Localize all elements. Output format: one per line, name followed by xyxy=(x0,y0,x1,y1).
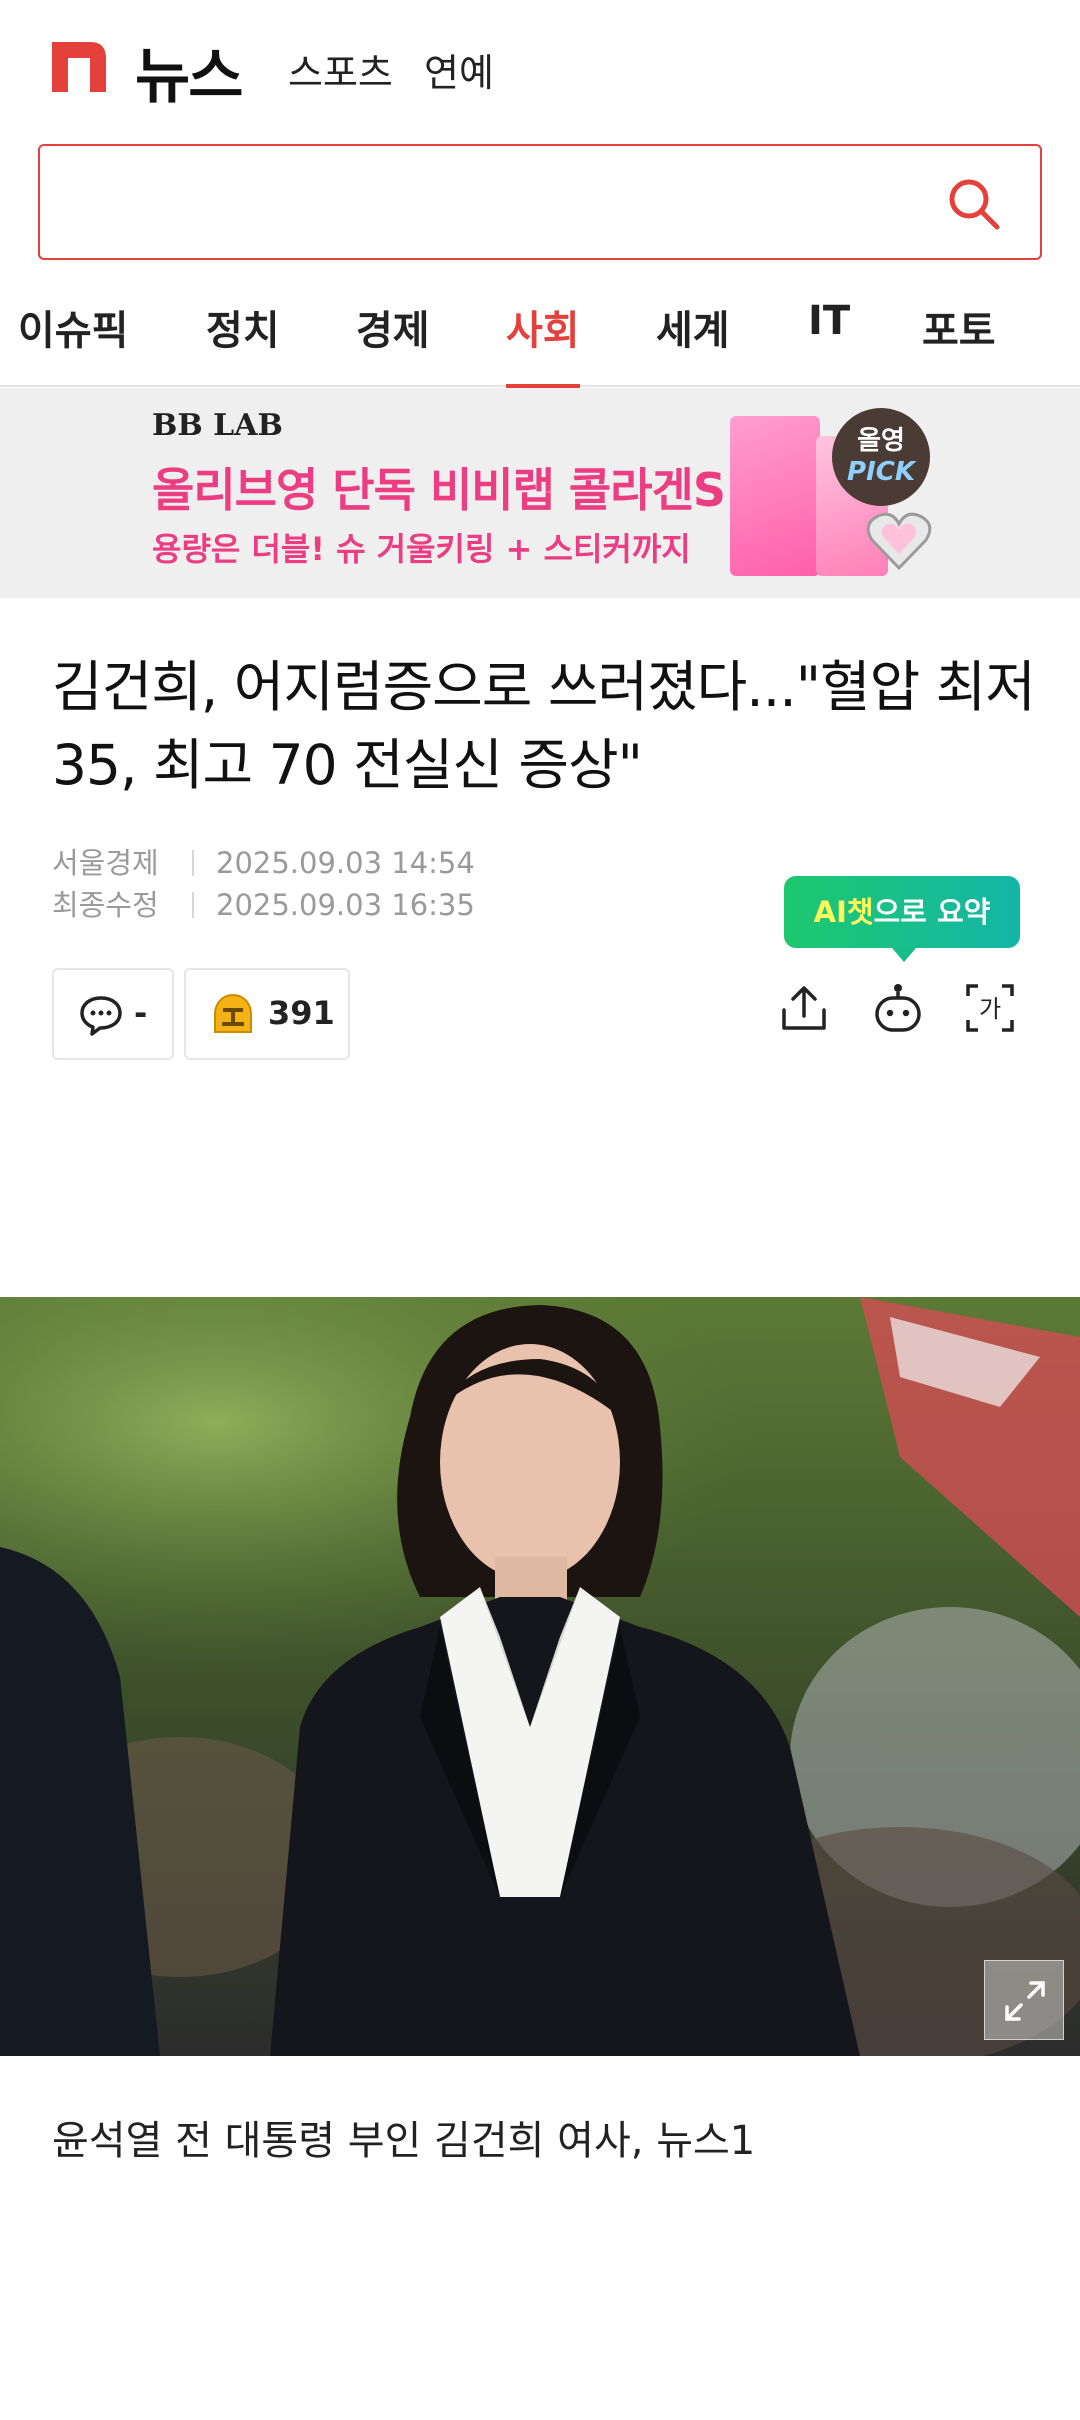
tab-world[interactable]: 세계 xyxy=(656,298,730,387)
font-size-icon[interactable]: 가 xyxy=(962,980,1018,1036)
reaction-count: 391 xyxy=(268,994,335,1032)
ai-bot-icon[interactable] xyxy=(870,980,926,1036)
tab-politics[interactable]: 정치 xyxy=(206,298,280,387)
expand-photo-button[interactable] xyxy=(984,1960,1064,2040)
heart-keyring-icon xyxy=(866,512,932,571)
ad-pick-badge: 올영 PICK xyxy=(832,408,930,506)
modified-label: 최종수정 xyxy=(52,888,159,922)
category-tabs: 이슈픽 정치 경제 사회 세계 IT 포토 xyxy=(0,280,1080,389)
modified-time: 2025.09.03 16:35 xyxy=(216,888,475,922)
ad-badge-line1: 올영 xyxy=(857,426,905,456)
top-header: 뉴스 스포츠 연예 xyxy=(0,0,1080,135)
article-photo[interactable] xyxy=(0,1297,1080,2056)
tab-issue-pick[interactable]: 이슈픽 xyxy=(18,298,128,387)
article-published-meta: 서울경제 2025.09.03 14:54 xyxy=(52,840,475,882)
comment-icon xyxy=(80,996,122,1036)
nav-link-entertainment[interactable]: 연예 xyxy=(424,42,494,97)
tab-photo[interactable]: 포토 xyxy=(922,298,996,387)
share-icon[interactable] xyxy=(776,980,832,1036)
nav-link-sports[interactable]: 스포츠 xyxy=(288,42,393,97)
tab-it[interactable]: IT xyxy=(808,298,850,387)
brand-title[interactable]: 뉴스 xyxy=(135,28,243,115)
expand-icon xyxy=(1005,1981,1045,2021)
reaction-icon xyxy=(214,993,252,1033)
ai-summary-label: 으로 요약 xyxy=(873,895,991,929)
published-time: 2025.09.03 14:54 xyxy=(216,846,475,880)
article-photo-image xyxy=(0,1297,1080,2056)
ai-summary-tooltip[interactable]: AI챗으로 요약 xyxy=(784,876,1020,962)
publisher-name[interactable]: 서울경제 xyxy=(52,840,170,882)
search-icon[interactable] xyxy=(946,176,1002,232)
meta-divider xyxy=(192,850,194,876)
ad-product-image xyxy=(730,416,820,576)
tab-economy[interactable]: 경제 xyxy=(356,298,430,387)
article-headline: 김건희, 어지럼증으로 쓰러졌다..."혈압 최저 35, 최고 70 전실신 … xyxy=(52,655,1036,797)
ad-headline: 올리브영 단독 비비랩 콜라겐S xyxy=(152,463,726,517)
photo-caption: 윤석열 전 대통령 부인 김건희 여사, 뉴스1 xyxy=(52,2118,756,2164)
naver-n-logo-icon[interactable] xyxy=(52,42,106,92)
ad-badge-line2: PICK xyxy=(847,457,915,487)
tab-society[interactable]: 사회 xyxy=(506,298,580,389)
ai-chat-label: AI챗 xyxy=(813,895,874,929)
svg-text:가: 가 xyxy=(979,995,1001,1023)
search-input[interactable] xyxy=(38,144,1042,260)
comment-count: - xyxy=(134,994,148,1032)
ad-brand: BB LAB xyxy=(152,408,283,443)
meta-divider xyxy=(192,892,194,918)
article-modified-meta: 최종수정 2025.09.03 16:35 xyxy=(52,882,475,924)
reaction-button[interactable]: 391 xyxy=(184,968,350,1060)
ad-subtext: 용량은 더블! 슈 거울키링 + 스티커까지 xyxy=(152,530,691,568)
ad-banner[interactable]: BB LAB 올리브영 단독 비비랩 콜라겐S 용량은 더블! 슈 거울키링 +… xyxy=(0,388,1080,598)
comment-button[interactable]: - xyxy=(52,968,174,1060)
